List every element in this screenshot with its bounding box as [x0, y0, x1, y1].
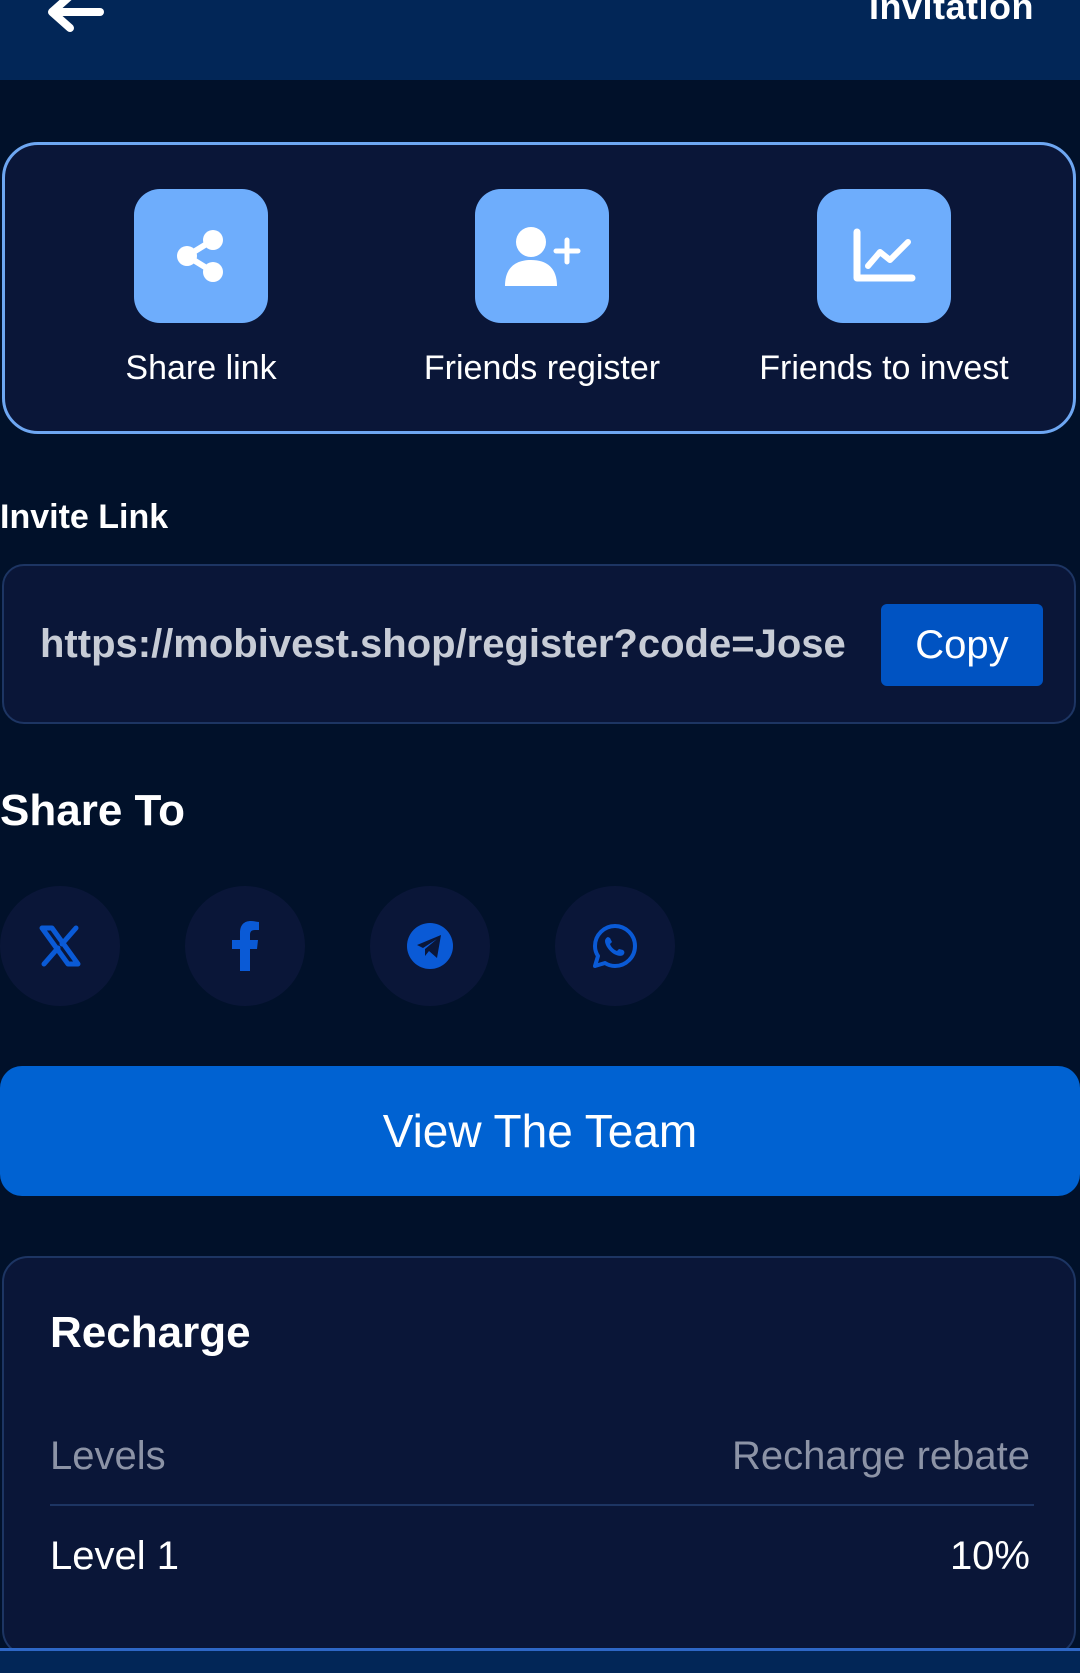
- arrow-left-icon: [48, 0, 104, 32]
- rebate-cell: 10%: [949, 1534, 1030, 1578]
- table-divider: [50, 1504, 1034, 1506]
- share-whatsapp-button[interactable]: [555, 886, 675, 1006]
- telegram-icon: [407, 923, 453, 969]
- invitation-page: Invitation Share link Friends register F…: [0, 0, 1080, 1673]
- bottom-bar: [0, 1648, 1080, 1673]
- action-label: Share link: [125, 349, 277, 387]
- action-friends-invest[interactable]: Friends to invest: [714, 189, 1054, 389]
- recharge-title: Recharge: [50, 1308, 251, 1357]
- share-to-heading: Share To: [0, 786, 186, 835]
- header-bar: Invitation: [0, 0, 1080, 80]
- chart-line-icon: [853, 228, 916, 282]
- action-label: Friends register: [423, 349, 661, 387]
- user-plus-icon: [505, 227, 581, 286]
- share-x-button[interactable]: [0, 886, 120, 1006]
- copy-button[interactable]: Copy: [881, 604, 1043, 686]
- share-facebook-button[interactable]: [185, 886, 305, 1006]
- friends-invest-tile: [817, 189, 951, 323]
- x-icon: [39, 925, 81, 967]
- view-team-button[interactable]: View The Team: [0, 1066, 1080, 1196]
- action-share-link[interactable]: Share link: [31, 189, 371, 389]
- back-button[interactable]: [40, 0, 110, 34]
- recharge-card: Recharge Levels Recharge rebate Level 1 …: [2, 1256, 1076, 1656]
- friends-register-tile: [475, 189, 609, 323]
- level-cell: Level 1: [50, 1534, 179, 1578]
- page-title: Invitation: [869, 0, 1034, 27]
- share-telegram-button[interactable]: [370, 886, 490, 1006]
- invite-steps-card: Share link Friends register Friends to i…: [2, 142, 1076, 434]
- rebate-column-header: Recharge rebate: [732, 1434, 1030, 1478]
- share-icon: [177, 230, 223, 282]
- whatsapp-icon: [593, 924, 637, 968]
- levels-column-header: Levels: [50, 1434, 166, 1478]
- action-label: Friends to invest: [759, 349, 1009, 387]
- invite-link-url[interactable]: https://mobivest.shop/register?code=Jose: [40, 622, 846, 667]
- invite-link-box: https://mobivest.shop/register?code=Jose…: [2, 564, 1076, 724]
- share-link-tile: [134, 189, 268, 323]
- invite-link-heading: Invite Link: [0, 498, 169, 536]
- facebook-icon: [232, 921, 259, 971]
- action-friends-register[interactable]: Friends register: [372, 189, 712, 389]
